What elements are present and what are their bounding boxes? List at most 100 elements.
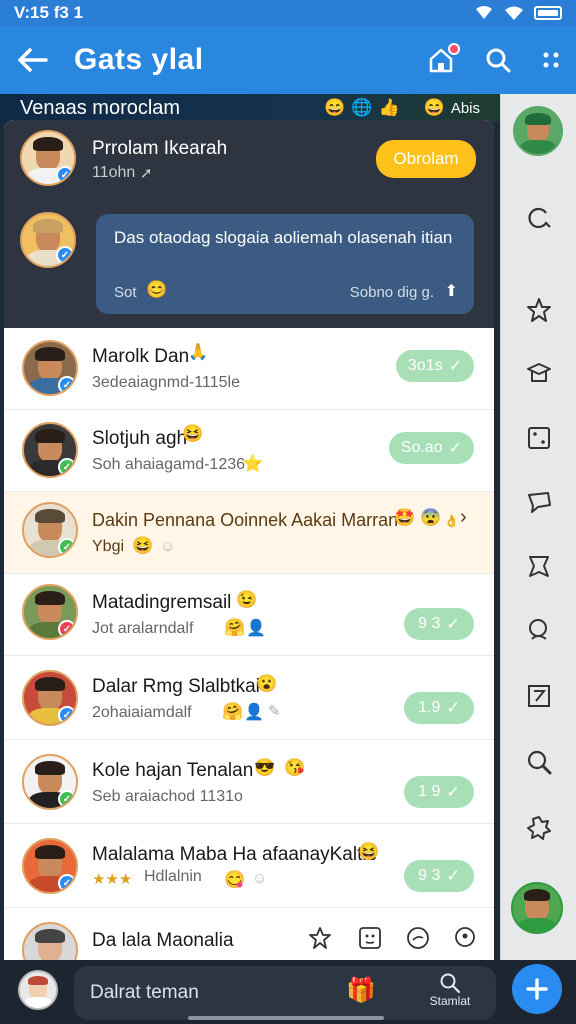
celebrate-emoji-icon: 🤩 xyxy=(394,508,416,527)
home-notification-icon[interactable] xyxy=(428,43,460,73)
verified-icon: ✓ xyxy=(58,706,76,724)
notification-badge xyxy=(448,43,460,55)
user-avatar[interactable] xyxy=(18,970,58,1010)
contact-name: Marolk Dan xyxy=(92,346,190,367)
sidebar-friend-avatar[interactable] xyxy=(511,882,563,934)
avatar: ✓ xyxy=(22,838,78,894)
wifi-icon xyxy=(504,5,524,21)
back-arrow-icon[interactable] xyxy=(16,46,48,74)
hand-emoji-icon: 👍 xyxy=(378,98,400,117)
pill-label: 3o1s xyxy=(407,357,443,374)
verified-icon: ✓ xyxy=(58,790,76,808)
mask-emoji-icon: ☺ xyxy=(160,538,176,555)
pinned-avatar[interactable]: ✓ xyxy=(20,130,76,186)
face-emoji-icon: 😨 xyxy=(420,508,442,527)
avatar: ✓ xyxy=(22,340,78,396)
person-emoji-icon: 👤 xyxy=(246,620,266,637)
verified-icon: ✓ xyxy=(56,246,74,264)
gift-emoji-icon[interactable]: 🎁 xyxy=(346,976,376,1005)
list-item[interactable]: ✓ Dalar Rmg Slalbtkai 😮 2ohaiaiamdalf 🤗 … xyxy=(4,658,494,740)
verified-icon: ✓ xyxy=(58,874,76,892)
comment-icon[interactable] xyxy=(525,488,553,516)
list-item[interactable]: ✓ Kole hajan Tenalan 😎 😘 Seb araiachod 1… xyxy=(4,742,494,824)
check-icon: ✓ xyxy=(448,440,462,457)
signal-icon xyxy=(474,5,494,21)
sunglasses-emoji-icon: 😎 xyxy=(254,758,276,777)
avatar: ✓ xyxy=(22,502,78,558)
list-item[interactable]: ✓ Matadingremsail 😉 Jot aralarndalf 🤗 👤 … xyxy=(4,574,494,656)
contact-sub: Ybgi xyxy=(92,538,125,555)
upload-arrow-icon[interactable]: ⬆ xyxy=(445,281,458,301)
compose-button[interactable] xyxy=(512,964,562,1014)
contact-sub: Seb araiachod 1131o xyxy=(92,788,243,805)
status-pill[interactable]: 3o1s ✓ xyxy=(395,350,474,382)
magnifier-icon[interactable] xyxy=(525,748,553,776)
contact-name: Slotjuh agh xyxy=(92,428,188,449)
puzzle-icon[interactable] xyxy=(525,814,553,842)
contact-sub: 2ohaiaiamdalf xyxy=(92,704,192,721)
bubble-avatar[interactable]: ✓ xyxy=(20,212,76,268)
chat-bubble-icon[interactable] xyxy=(525,204,553,232)
list-item[interactable]: Da lala Maonalia xyxy=(4,910,494,960)
home-indicator xyxy=(188,1016,384,1020)
plus-icon xyxy=(526,978,548,1000)
pill-label: 1.9 xyxy=(418,699,441,716)
avatar: ✓ xyxy=(22,422,78,478)
pinned-action-button[interactable]: Obrolam xyxy=(376,140,476,178)
bubble-left-label: Sot xyxy=(114,284,137,301)
graduation-cap-icon[interactable] xyxy=(525,360,553,388)
hand-emoji-icon: 🙏 xyxy=(188,344,208,361)
status-pill[interactable]: 9 3 ✓ xyxy=(404,608,474,640)
more-options-icon[interactable] xyxy=(542,51,560,69)
kiss-emoji-icon: 😘 xyxy=(284,758,306,777)
verified-icon: ✓ xyxy=(58,376,76,394)
badge-star-icon[interactable] xyxy=(525,552,553,580)
bubble-text: Das otaodag slogaia aoliemah olasenah it… xyxy=(114,228,453,247)
bottom-bar: Dalrat teman 🎁 Stamlat xyxy=(0,960,576,1024)
emoji-picker-icon[interactable] xyxy=(406,926,430,955)
grin-emoji-icon: 😄 xyxy=(324,98,346,117)
edit-box-icon[interactable] xyxy=(525,682,553,710)
hand-emoji-icon: 👌 xyxy=(444,514,459,528)
list-item[interactable]: ✓ Slotjuh agh 😆 Soh ahaiagamd-1236 ⭐ So.… xyxy=(4,410,494,492)
page-title: Gats ylal xyxy=(74,43,204,76)
arrow-icon: ➚ xyxy=(140,165,153,182)
list-item[interactable]: ✓ Marolk Dan 🙏 3edeaiagnmd-1115le 3o1s ✓ xyxy=(4,328,494,410)
pill-label: 9 3 xyxy=(418,867,441,884)
list-item[interactable]: ✓ Dakin Pennana Ooinnek Aakai Marran 🤩 😨… xyxy=(4,492,494,574)
contact-sub: Soh ahaiagamd-1236 xyxy=(92,456,246,473)
user-search-icon[interactable] xyxy=(525,616,553,644)
pill-label: 1 9 xyxy=(418,783,441,800)
status-pill[interactable]: 1 9 ✓ xyxy=(404,776,474,808)
verified-icon: ✓ xyxy=(58,620,76,638)
list-item[interactable]: ✓ Malalama Maba Ha afaanayKaltie 😆 ★★★ H… xyxy=(4,826,494,908)
message-bubble[interactable]: Das otaodag slogaia aoliemah olasenah it… xyxy=(96,214,474,314)
sticker-icon[interactable] xyxy=(358,926,382,955)
sidebar-profile-avatar[interactable] xyxy=(513,106,563,156)
status-pill[interactable]: 9 3 ✓ xyxy=(404,860,474,892)
chevron-right-icon[interactable]: › xyxy=(460,506,467,529)
message-input[interactable]: Dalrat teman 🎁 Stamlat xyxy=(74,966,496,1020)
check-icon: ✓ xyxy=(446,784,460,801)
contact-name: Dalar Rmg Slalbtkai xyxy=(92,676,260,697)
globe-emoji-icon: 🌐 xyxy=(351,98,373,117)
dice-icon[interactable] xyxy=(525,424,553,452)
contact-sub: Jot aralarndalf xyxy=(92,620,194,637)
star-outline-icon[interactable] xyxy=(308,926,332,955)
status-bar: V:15 f3 1 xyxy=(0,0,576,26)
status-pill[interactable]: 1.9 ✓ xyxy=(404,692,474,724)
pinned-meta: 11ohn xyxy=(92,164,136,181)
search-shortcut[interactable]: Stamlat xyxy=(420,972,480,1008)
search-shortcut-label: Stamlat xyxy=(429,994,471,1008)
status-time: V:15 f3 1 xyxy=(14,3,83,22)
star-icon[interactable] xyxy=(525,296,553,324)
contact-name: Kole hajan Tenalan xyxy=(92,760,254,781)
avatar: ✓ xyxy=(22,670,78,726)
search-icon[interactable] xyxy=(484,46,512,74)
check-icon: ✓ xyxy=(448,358,462,375)
avatar: ✓ xyxy=(22,754,78,810)
contact-name: Matadingremsail xyxy=(92,592,232,613)
location-icon[interactable] xyxy=(454,926,476,953)
battery-icon xyxy=(534,6,562,20)
status-pill[interactable]: So.ao ✓ xyxy=(388,432,474,464)
